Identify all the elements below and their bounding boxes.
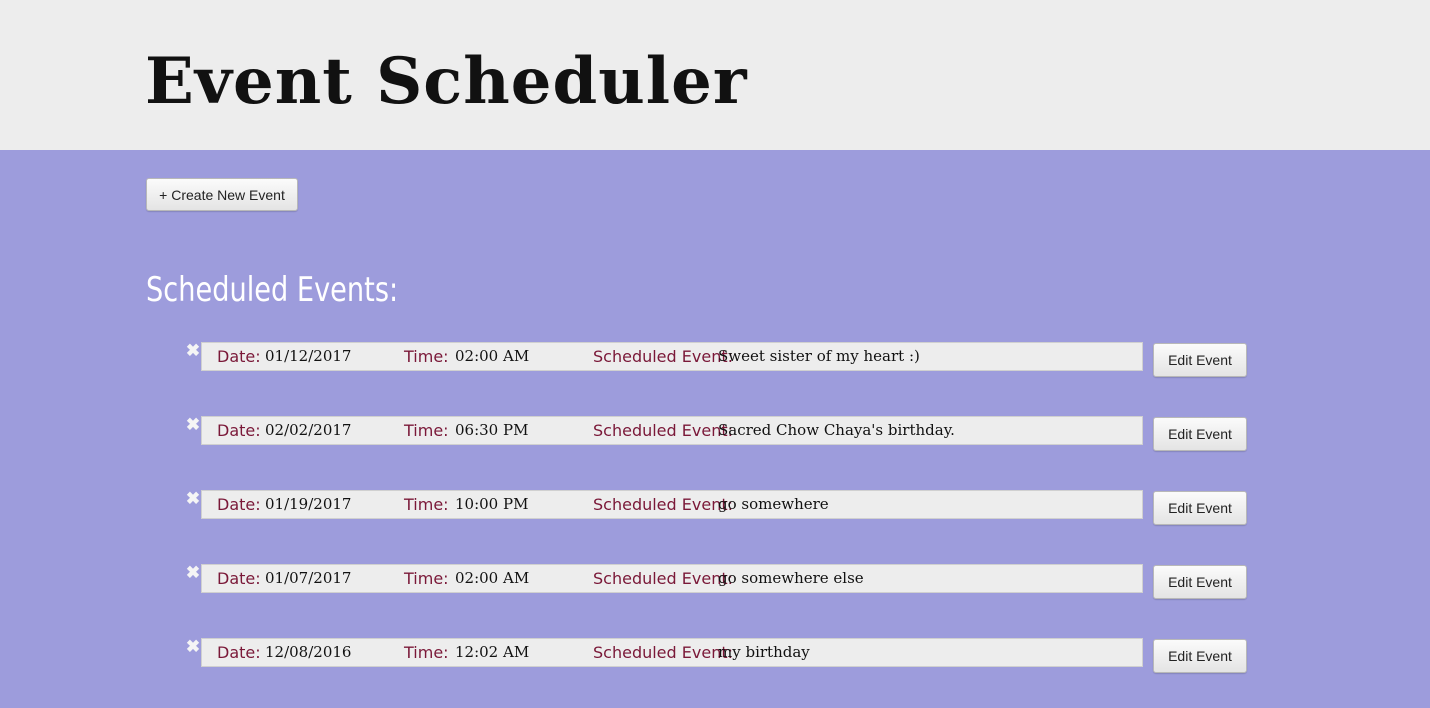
delete-event-icon[interactable]: ✖ [185,342,201,360]
date-label: Date: [217,569,261,588]
event-time: 10:00 PM [455,495,529,513]
event-bar: Date: 01/19/2017 Time: 10:00 PM Schedule… [201,490,1143,519]
event-label: Scheduled Event: [593,495,733,514]
event-date: 02/02/2017 [265,421,352,439]
event-description: go somewhere [718,495,829,513]
event-row: ✖ Date: 01/12/2017 Time: 02:00 AM Schedu… [0,342,1430,382]
event-row: ✖ Date: 01/19/2017 Time: 10:00 PM Schedu… [0,490,1430,530]
edit-event-button[interactable]: Edit Event [1153,417,1247,451]
edit-event-button[interactable]: Edit Event [1153,343,1247,377]
event-description: Sweet sister of my heart :) [718,347,920,365]
time-label: Time: [404,643,449,662]
event-description: go somewhere else [718,569,864,587]
delete-event-icon[interactable]: ✖ [185,564,201,582]
event-time: 06:30 PM [455,421,529,439]
date-label: Date: [217,643,261,662]
event-row: ✖ Date: 12/08/2016 Time: 12:02 AM Schedu… [0,638,1430,678]
header: Event Scheduler [0,0,1430,150]
time-label: Time: [404,421,449,440]
event-label: Scheduled Event: [593,643,733,662]
date-label: Date: [217,421,261,440]
event-label: Scheduled Event: [593,347,733,366]
event-description: my birthday [718,643,810,661]
event-time: 02:00 AM [455,569,530,587]
create-event-button[interactable]: + Create New Event [146,178,298,211]
event-bar: Date: 01/07/2017 Time: 02:00 AM Schedule… [201,564,1143,593]
event-row: ✖ Date: 01/07/2017 Time: 02:00 AM Schedu… [0,564,1430,604]
app-title: Event Scheduler [145,44,748,119]
event-label: Scheduled Event: [593,569,733,588]
edit-event-button[interactable]: Edit Event [1153,491,1247,525]
date-label: Date: [217,495,261,514]
event-bar: Date: 01/12/2017 Time: 02:00 AM Schedule… [201,342,1143,371]
event-time: 12:02 AM [455,643,530,661]
event-date: 01/07/2017 [265,569,352,587]
date-label: Date: [217,347,261,366]
event-label: Scheduled Event: [593,421,733,440]
delete-event-icon[interactable]: ✖ [185,416,201,434]
event-date: 01/12/2017 [265,347,352,365]
delete-event-icon[interactable]: ✖ [185,490,201,508]
event-date: 12/08/2016 [265,643,352,661]
main-content: + Create New Event Scheduled Events: ✖ D… [0,150,1430,708]
event-bar: Date: 02/02/2017 Time: 06:30 PM Schedule… [201,416,1143,445]
edit-event-button[interactable]: Edit Event [1153,639,1247,673]
event-row: ✖ Date: 02/02/2017 Time: 06:30 PM Schedu… [0,416,1430,456]
event-description: Sacred Chow Chaya's birthday. [718,421,955,439]
delete-event-icon[interactable]: ✖ [185,638,201,656]
event-date: 01/19/2017 [265,495,352,513]
time-label: Time: [404,569,449,588]
event-bar: Date: 12/08/2016 Time: 12:02 AM Schedule… [201,638,1143,667]
scheduled-events-title: Scheduled Events: [146,270,399,310]
time-label: Time: [404,495,449,514]
time-label: Time: [404,347,449,366]
event-time: 02:00 AM [455,347,530,365]
edit-event-button[interactable]: Edit Event [1153,565,1247,599]
